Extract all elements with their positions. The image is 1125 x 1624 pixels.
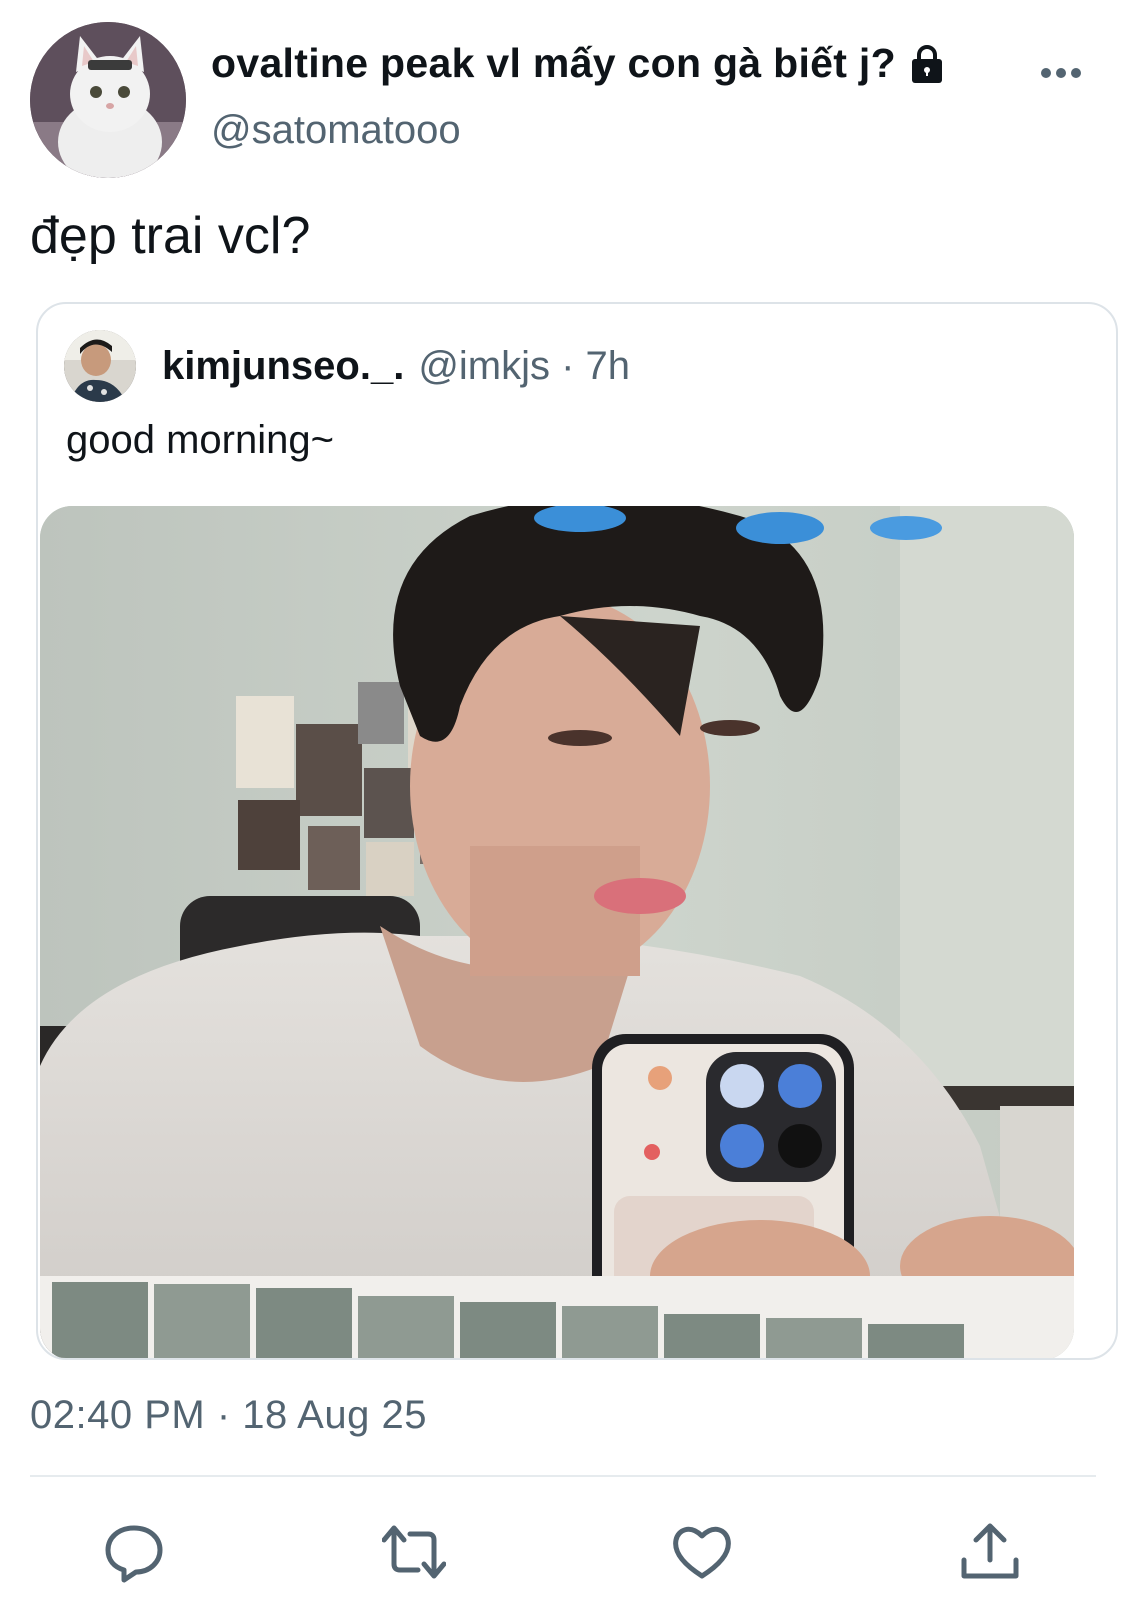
author-avatar[interactable]	[30, 22, 186, 178]
photo-image	[40, 506, 1074, 1358]
quoted-author-meta: @imkjs · 7h	[418, 344, 631, 388]
more-icon[interactable]	[1040, 66, 1082, 80]
tweet-text: đẹp trai vcl?	[30, 207, 311, 265]
author-name-text: ovaltine peak vl mấy con gà biết j?	[211, 40, 896, 86]
quoted-tweet-photo[interactable]	[40, 506, 1074, 1358]
quoted-author-name[interactable]: kimjunseo._.	[162, 344, 404, 388]
share-button[interactable]	[958, 1520, 1022, 1584]
quoted-author-avatar[interactable]	[64, 330, 136, 402]
reply-button[interactable]	[102, 1520, 166, 1584]
quoted-tweet[interactable]: kimjunseo._. @imkjs · 7h good morning~	[36, 302, 1118, 1360]
quoted-avatar-image	[64, 330, 136, 402]
share-icon	[961, 1523, 1019, 1579]
retweet-button[interactable]	[381, 1520, 447, 1584]
like-button[interactable]	[670, 1520, 734, 1584]
lock-icon	[906, 43, 948, 85]
quoted-tweet-text: good morning~	[66, 418, 334, 462]
cat-avatar-image	[30, 22, 186, 178]
retweet-icon	[381, 1525, 447, 1579]
heart-icon	[673, 1526, 731, 1579]
author-handle[interactable]: @satomatooo	[211, 108, 461, 153]
author-display-name[interactable]: ovaltine peak vl mấy con gà biết j?	[211, 40, 948, 87]
reply-icon	[105, 1525, 163, 1583]
quoted-header: kimjunseo._. @imkjs · 7h	[162, 344, 630, 389]
divider	[30, 1475, 1096, 1477]
tweet-timestamp[interactable]: 02:40 PM · 18 Aug 25	[30, 1393, 427, 1438]
